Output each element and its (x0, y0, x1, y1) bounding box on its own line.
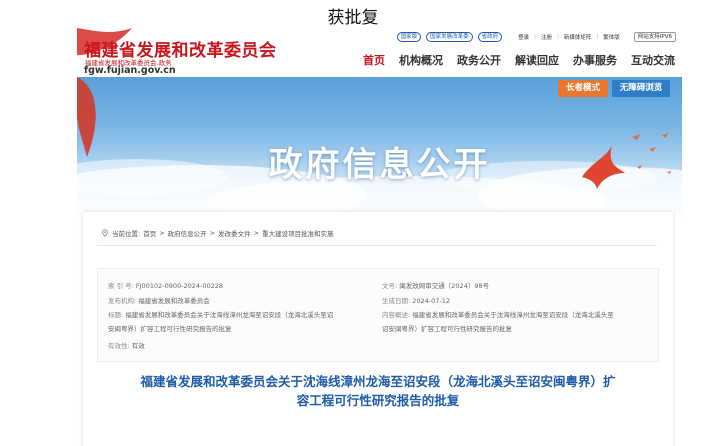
breadcrumb: 当前位置: 首页 > 政府信息公开 > 发改委文件 > 重大建设项目批准和实施 (101, 228, 334, 238)
breadcrumb-separator: > (253, 229, 260, 237)
page-caption: 获批复 (327, 8, 379, 28)
ipv6-badge: 网站支持IPV6 (633, 32, 676, 42)
main-nav: 首页 机构概况 政务公开 解读回应 办事服务 互动交流 (363, 52, 675, 68)
meta-summary-cont: 诏安闽粤界）扩容工程可行性研究报告的批复 (382, 325, 512, 333)
meta-title-cont: 安闽粤界）扩容工程可行性研究报告的批复 (108, 325, 232, 333)
banner: 政府信息公开 长者模式 无障碍浏览 (77, 77, 682, 217)
top-button-ndrc[interactable]: 国家发展改革委 (426, 32, 473, 42)
breadcrumb-separator: > (159, 229, 165, 237)
breadcrumb-projects[interactable]: 重大建设项目批准和实施 (262, 228, 334, 238)
meta-date: 生成日期: 2024-07-12 (382, 297, 451, 305)
nav-organization[interactable]: 机构概况 (399, 52, 443, 68)
document-metadata: 索 引 号: FJ00102-0900-2024-00228 文号: 闽发改网审… (97, 268, 659, 362)
meta-doc-no: 文号: 闽发改网审交通〔2024〕98号 (382, 282, 490, 290)
location-icon (102, 229, 108, 237)
top-button-national[interactable]: 国家版 (396, 32, 422, 42)
breadcrumb-home[interactable]: 首页 (143, 228, 156, 238)
traditional-link[interactable]: 繁体版 (603, 33, 620, 41)
meta-validity: 有效性: 有效 (108, 342, 145, 350)
breadcrumb-ndrc-files[interactable]: 发改委文件 (218, 228, 251, 238)
site-logo-url: fgw.fujian.gov.cn (84, 65, 176, 76)
document-title-line-1: 福建省发展和改革委员会关于沈海线漳州龙海至诏安段（龙海北溪头至诏安闽粤界）扩 (140, 374, 616, 389)
divider (97, 245, 657, 246)
site-header: 福建省发展和改革委员会 福建省发展和改革委员会.政务 fgw.fujian.go… (77, 28, 682, 76)
breadcrumb-separator: > (209, 229, 216, 237)
breadcrumb-gov-info[interactable]: 政府信息公开 (168, 228, 207, 238)
register-link[interactable]: 注册 (541, 33, 552, 41)
nav-gov-affairs[interactable]: 政务公开 (457, 52, 501, 68)
nav-home[interactable]: 首页 (363, 52, 385, 68)
accessibility-button[interactable]: 无障碍浏览 (612, 80, 670, 97)
meta-summary: 内容概述: 福建省发展和改革委员会关于沈海线漳州龙海至诏安段（龙海北溪头至 (382, 311, 614, 319)
nav-interaction[interactable]: 互动交流 (631, 52, 675, 68)
meta-title: 标题: 福建省发展和改革委员会关于沈海线漳州龙海至诏安段（龙海北溪头至诏 (108, 311, 334, 319)
nav-services[interactable]: 办事服务 (573, 52, 617, 68)
banner-title: 政府信息公开 (268, 145, 491, 185)
nav-interpretation[interactable]: 解读回应 (515, 52, 559, 68)
browser-page: 福建省发展和改革委员会 福建省发展和改革委员会.政务 fgw.fujian.go… (77, 28, 682, 446)
meta-issuer: 发布机构: 福建省发展和改革委员会 (108, 297, 210, 305)
elder-mode-button[interactable]: 长者模式 (558, 80, 608, 97)
content-card: 当前位置: 首页 > 政府信息公开 > 发改委文件 > 重大建设项目批准和实施 … (83, 212, 673, 446)
new-media-link[interactable]: 新媒体矩阵 (564, 33, 592, 41)
document-title-line-2: 容工程可行性研究报告的批复 (296, 393, 460, 408)
top-links: 国家版 国家发展改革委 省政府 登录 | 注册 | 新媒体矩阵 | 繁体版 网站… (396, 32, 676, 42)
login-link[interactable]: 登录 (518, 33, 529, 41)
meta-index: 索 引 号: FJ00102-0900-2024-00228 (108, 282, 224, 290)
document-title: 福建省发展和改革委员会关于沈海线漳州龙海至诏安段（龙海北溪头至诏安闽粤界）扩 容… (83, 372, 673, 410)
breadcrumb-prefix: 当前位置: (112, 230, 141, 238)
top-button-province[interactable]: 省政府 (477, 32, 503, 42)
